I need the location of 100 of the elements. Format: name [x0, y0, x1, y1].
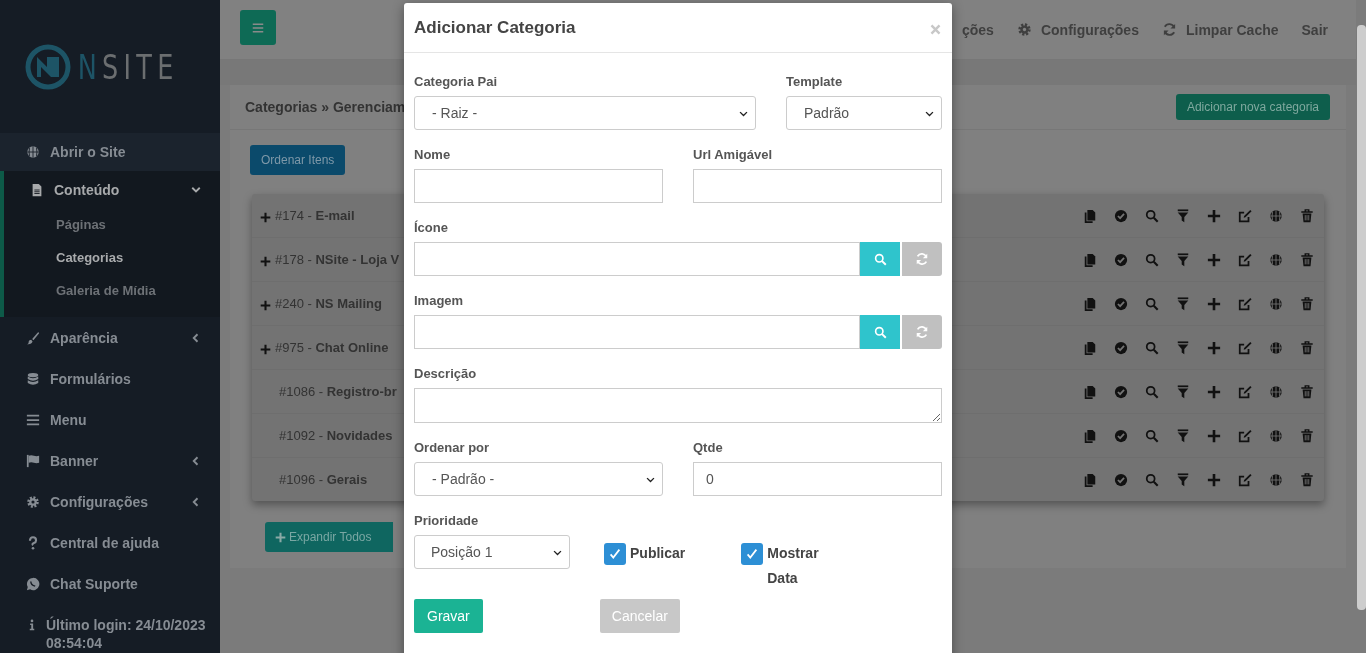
nav-link[interactable]: ções — [962, 21, 994, 38]
select-field[interactable]: Posição 1 — [414, 535, 570, 569]
sidebar-subitem[interactable]: Páginas — [4, 208, 220, 241]
plus-icon[interactable] — [1207, 384, 1221, 399]
filter-icon[interactable] — [1176, 472, 1190, 487]
trash-icon[interactable] — [1300, 472, 1314, 487]
edit-icon[interactable] — [1238, 384, 1252, 399]
filter-icon[interactable] — [1176, 208, 1190, 223]
globe-icon[interactable] — [1269, 428, 1283, 443]
search-icon[interactable] — [1145, 252, 1159, 267]
sidebar-item[interactable]: Formulários — [0, 358, 220, 399]
check-circle-icon[interactable] — [1114, 296, 1128, 311]
edit-icon[interactable] — [1238, 340, 1252, 355]
globe-icon[interactable] — [1269, 296, 1283, 311]
sidebar-item[interactable]: Chat Suporte — [0, 563, 220, 604]
input-field[interactable] — [414, 315, 860, 349]
brush-icon — [26, 330, 40, 345]
sidebar-subitem[interactable]: Galeria de Mídia — [4, 274, 220, 307]
search-icon[interactable] — [1145, 428, 1159, 443]
copy-icon[interactable] — [1083, 472, 1097, 487]
search-icon[interactable] — [1145, 384, 1159, 399]
search-icon[interactable] — [1145, 296, 1159, 311]
globe-icon[interactable] — [1269, 340, 1283, 355]
trash-icon[interactable] — [1300, 296, 1314, 311]
filter-icon[interactable] — [1176, 340, 1190, 355]
search-icon[interactable] — [1145, 340, 1159, 355]
check-circle-icon[interactable] — [1114, 472, 1128, 487]
filter-icon[interactable] — [1176, 252, 1190, 267]
field-label: Template — [786, 73, 844, 91]
trash-icon[interactable] — [1300, 208, 1314, 223]
copy-icon[interactable] — [1083, 384, 1097, 399]
plus-icon[interactable] — [1207, 472, 1221, 487]
edit-icon[interactable] — [1238, 296, 1252, 311]
field-label: Categoria Pai — [414, 73, 499, 91]
edit-icon[interactable] — [1238, 252, 1252, 267]
edit-icon[interactable] — [1238, 428, 1252, 443]
order-items-button[interactable]: Ordenar Itens — [250, 145, 346, 175]
search-icon[interactable] — [1145, 472, 1159, 487]
edit-icon[interactable] — [1238, 208, 1252, 223]
globe-icon[interactable] — [1269, 208, 1283, 223]
check-circle-icon[interactable] — [1114, 208, 1128, 223]
copy-icon[interactable] — [1083, 340, 1097, 355]
input-field[interactable] — [414, 169, 663, 203]
menu-toggle-button[interactable] — [240, 10, 276, 45]
plus-icon[interactable] — [1207, 296, 1221, 311]
copy-icon[interactable] — [1083, 252, 1097, 267]
nav-link[interactable]: Sair — [1301, 21, 1328, 38]
menu-icon — [252, 21, 264, 34]
globe-icon[interactable] — [1269, 384, 1283, 399]
nav-link[interactable]: Limpar Cache — [1161, 21, 1279, 38]
sidebar-item[interactable]: Configurações — [0, 481, 220, 522]
input-field[interactable]: 0 — [693, 462, 942, 496]
sidebar-item[interactable]: Aparência — [0, 317, 220, 358]
search-icon[interactable] — [1145, 208, 1159, 223]
globe-icon[interactable] — [1269, 472, 1283, 487]
input-field[interactable] — [693, 169, 942, 203]
copy-icon[interactable] — [1083, 296, 1097, 311]
nav-link[interactable]: Configurações — [1016, 21, 1139, 38]
field-label: Ícone — [414, 219, 449, 237]
sidebar-subitem[interactable]: Categorias — [4, 241, 220, 274]
select-field[interactable]: - Raiz - — [414, 96, 756, 130]
select-field[interactable]: Padrão — [786, 96, 942, 130]
input-field[interactable] — [414, 242, 860, 276]
sidebar-item[interactable]: Abrir o Site — [0, 133, 220, 171]
plus-icon[interactable] — [1207, 208, 1221, 223]
trash-icon[interactable] — [1300, 384, 1314, 399]
trash-icon[interactable] — [1300, 428, 1314, 443]
plus-icon[interactable] — [1207, 428, 1221, 443]
filter-icon[interactable] — [1176, 384, 1190, 399]
globe-icon[interactable] — [1269, 252, 1283, 267]
checkbox[interactable] — [741, 543, 764, 565]
plus-icon[interactable] — [1207, 252, 1221, 267]
check-circle-icon[interactable] — [1114, 428, 1128, 443]
check-circle-icon[interactable] — [1114, 340, 1128, 355]
sidebar-item[interactable]: Banner — [0, 440, 220, 481]
plus-icon[interactable] — [1207, 340, 1221, 355]
edit-icon[interactable] — [1238, 472, 1252, 487]
database-icon — [26, 371, 40, 386]
search-icon — [873, 252, 887, 266]
save-button[interactable]: Gravar — [414, 599, 483, 633]
category-label: #975 - Chat Online — [275, 340, 389, 355]
expand-all-button[interactable]: Expandir Todos — [265, 522, 393, 552]
checkbox[interactable] — [604, 543, 626, 565]
sidebar-item[interactable]: Central de ajuda — [0, 522, 220, 563]
trash-icon[interactable] — [1300, 340, 1314, 355]
logo-text: NSITE — [77, 46, 179, 87]
scrollbar[interactable] — [1356, 25, 1366, 610]
trash-icon[interactable] — [1300, 252, 1314, 267]
filter-icon[interactable] — [1176, 296, 1190, 311]
add-category-button[interactable]: Adicionar nova categoria — [1175, 94, 1330, 120]
sidebar-item[interactable]: Conteúdo — [4, 171, 220, 208]
check-circle-icon[interactable] — [1114, 252, 1128, 267]
sidebar-item[interactable]: Menu — [0, 399, 220, 440]
select-field[interactable]: - Padrão - — [414, 462, 663, 496]
copy-icon[interactable] — [1083, 208, 1097, 223]
filter-icon[interactable] — [1176, 428, 1190, 443]
textarea-field[interactable] — [414, 388, 942, 423]
check-circle-icon[interactable] — [1114, 384, 1128, 399]
copy-icon[interactable] — [1083, 428, 1097, 443]
plus-icon — [275, 531, 286, 543]
